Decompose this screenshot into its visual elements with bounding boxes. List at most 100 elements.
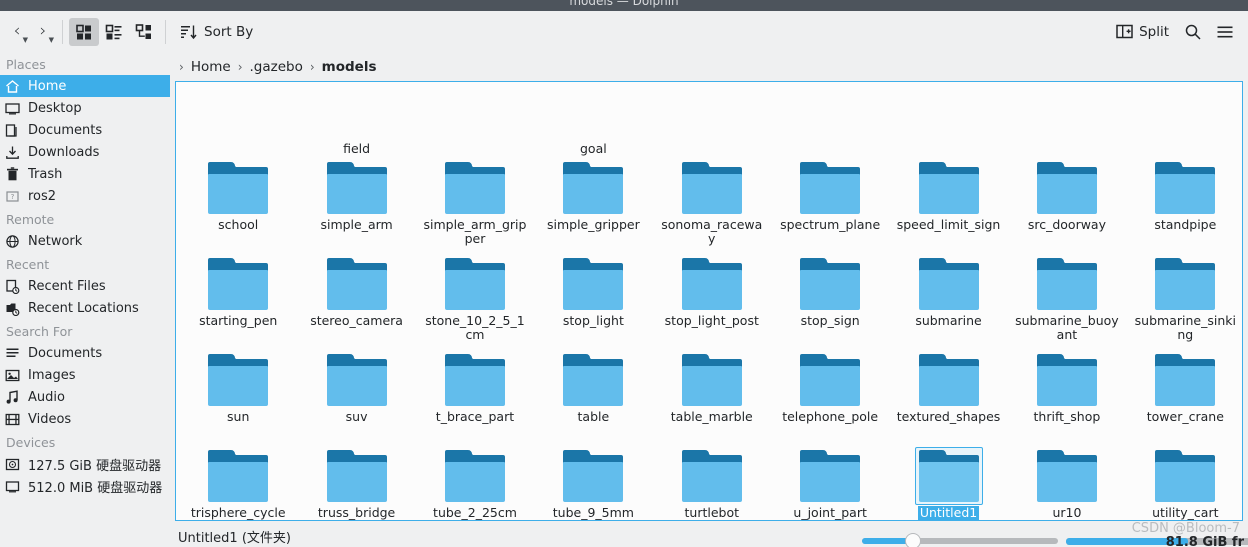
sidebar-item-label: Images — [28, 367, 76, 383]
file-item[interactable]: submarine — [889, 252, 1007, 348]
folder-icon — [563, 354, 624, 406]
view-mode-details-button[interactable] — [99, 18, 129, 46]
sidebar-item-documents[interactable]: Documents — [0, 119, 170, 141]
sidebar-item-recent-locations[interactable]: Recent Locations — [0, 297, 170, 319]
breadcrumb-item-gazebo[interactable]: .gazebo — [246, 57, 307, 77]
sidebar-item-ros2[interactable]: ? ros2 — [0, 185, 170, 207]
dolphin-file-manager-window: models — Dolphin ‹ ▼ › ▼ Sort By Split P… — [0, 0, 1248, 547]
sidebar-item-label: Documents — [28, 122, 103, 138]
file-view[interactable]: field goal school simple_arm simple_arm_grip… — [175, 81, 1243, 521]
file-item[interactable]: submarine_sinking — [1126, 252, 1242, 348]
view-mode-icons-button[interactable] — [69, 17, 99, 46]
file-item[interactable]: simple_gripper — [534, 156, 652, 252]
file-item[interactable]: sonoma_raceway — [653, 156, 771, 252]
search-images-icon — [4, 367, 21, 384]
folder-icon — [800, 162, 861, 214]
sidebar-item-downloads[interactable]: Downloads — [0, 141, 170, 163]
folder-icon — [918, 354, 979, 406]
menu-button[interactable] — [1210, 18, 1240, 46]
file-item[interactable]: tube_9_5mm — [534, 444, 652, 520]
file-item[interactable]: suv — [297, 348, 415, 444]
breadcrumb-item-home[interactable]: Home — [187, 57, 235, 77]
search-button[interactable] — [1178, 18, 1208, 46]
sidebar-item-device-1[interactable]: 127.5 GiB 硬盘驱动器 — [0, 453, 170, 475]
file-item[interactable]: simple_arm — [297, 156, 415, 252]
sidebar-item-label: Downloads — [28, 144, 100, 160]
file-item[interactable]: school — [179, 156, 297, 252]
forward-button[interactable]: › ▼ — [30, 18, 56, 46]
folder-icon — [914, 447, 983, 505]
file-item[interactable]: speed_limit_sign — [889, 156, 1007, 252]
zoom-slider-handle[interactable] — [905, 533, 921, 547]
file-item-clipped[interactable] — [889, 82, 1007, 156]
documents-icon — [4, 122, 21, 139]
file-item[interactable]: tower_crane — [1126, 348, 1242, 444]
file-item-selected[interactable]: Untitled1 — [889, 444, 1007, 520]
breadcrumb-separator: › — [309, 59, 315, 74]
recent-files-icon — [4, 278, 21, 295]
sidebar-item-desktop[interactable]: Desktop — [0, 97, 170, 119]
file-item[interactable]: telephone_pole — [771, 348, 889, 444]
breadcrumb-bar[interactable]: › Home › .gazebo › models — [170, 52, 1248, 81]
file-item[interactable]: u_joint_part — [771, 444, 889, 520]
view-mode-tree-button[interactable] — [129, 18, 159, 46]
file-item-clipped[interactable] — [653, 82, 771, 156]
zoom-slider[interactable] — [862, 533, 1058, 547]
file-item[interactable]: spectrum_plane — [771, 156, 889, 252]
file-item[interactable]: stop_light_post — [653, 252, 771, 348]
sidebar-item-search-images[interactable]: Images — [0, 364, 170, 386]
file-item[interactable]: textured_shapes — [889, 348, 1007, 444]
file-item[interactable]: sun — [179, 348, 297, 444]
file-item[interactable]: src_doorway — [1008, 156, 1126, 252]
sidebar-item-network[interactable]: Network — [0, 230, 170, 252]
file-item-clipped[interactable] — [1008, 82, 1126, 156]
file-item-clipped[interactable] — [1126, 82, 1242, 156]
svg-text:?: ? — [11, 193, 15, 201]
places-sidebar[interactable]: Places Home Desktop Documents Downloads — [0, 52, 170, 547]
file-item-label: tower_crane — [1146, 409, 1224, 424]
file-item[interactable]: ur10 — [1008, 444, 1126, 520]
file-item[interactable]: starting_pen — [179, 252, 297, 348]
file-item-clipped[interactable] — [771, 82, 889, 156]
breadcrumb-item-models[interactable]: models — [318, 57, 381, 77]
sidebar-item-device-2[interactable]: 512.0 MiB 硬盘驱动器 — [0, 475, 170, 497]
sort-by-button[interactable]: Sort By — [172, 18, 261, 46]
file-item[interactable]: turtlebot — [653, 444, 771, 520]
sidebar-item-search-audio[interactable]: Audio — [0, 386, 170, 408]
file-item[interactable]: stereo_camera — [297, 252, 415, 348]
file-item[interactable]: table_marble — [653, 348, 771, 444]
file-item[interactable]: stone_10_2_5_1cm — [416, 252, 534, 348]
file-item[interactable]: t_brace_part — [416, 348, 534, 444]
file-item-label: submarine_buoyant — [1015, 313, 1119, 342]
chevron-down-icon: ▼ — [48, 35, 54, 44]
file-item-label: stop_sign — [800, 313, 860, 328]
file-item[interactable]: simple_arm_gripper — [416, 156, 534, 252]
file-item[interactable]: thrift_shop — [1008, 348, 1126, 444]
hamburger-menu-icon — [1217, 26, 1233, 37]
file-item[interactable]: table — [534, 348, 652, 444]
file-item[interactable]: submarine_buoyant — [1008, 252, 1126, 348]
sidebar-item-home[interactable]: Home — [0, 75, 170, 97]
file-item[interactable]: standpipe — [1126, 156, 1242, 252]
sidebar-item-trash[interactable]: Trash — [0, 163, 170, 185]
split-button[interactable]: Split — [1109, 18, 1176, 46]
search-audio-icon — [4, 389, 21, 406]
file-item-clipped[interactable] — [416, 82, 534, 156]
file-item-clipped[interactable]: goal — [534, 82, 652, 156]
sidebar-item-search-documents[interactable]: Documents — [0, 342, 170, 364]
sidebar-item-label: Recent Locations — [28, 300, 139, 316]
file-item[interactable]: tube_2_25cm — [416, 444, 534, 520]
file-item-label: turtlebot — [684, 505, 740, 520]
file-item[interactable]: utility_cart — [1126, 444, 1242, 520]
harddisk-icon — [4, 456, 21, 473]
file-item-label: stop_light — [562, 313, 624, 328]
file-item[interactable]: stop_light — [534, 252, 652, 348]
sidebar-item-recent-files[interactable]: Recent Files — [0, 275, 170, 297]
sidebar-item-search-videos[interactable]: Videos — [0, 408, 170, 430]
file-item[interactable]: truss_bridge — [297, 444, 415, 520]
file-item-clipped[interactable]: field — [297, 82, 415, 156]
file-item[interactable]: trisphere_cycle — [179, 444, 297, 520]
back-button[interactable]: ‹ ▼ — [4, 18, 30, 46]
file-item-clipped[interactable] — [179, 82, 297, 156]
file-item[interactable]: stop_sign — [771, 252, 889, 348]
